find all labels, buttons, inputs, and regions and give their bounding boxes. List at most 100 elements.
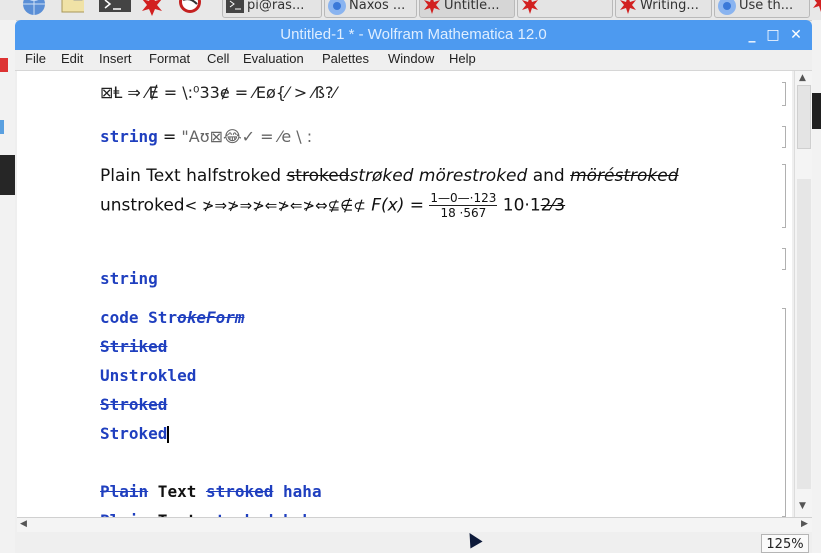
mathematica-icon bbox=[424, 0, 440, 14]
cell-unstroked[interactable]: Unstrokled bbox=[100, 366, 196, 385]
scroll-up-icon[interactable]: ▲ bbox=[799, 73, 806, 83]
scrollbar-track[interactable] bbox=[797, 179, 811, 489]
scroll-right-icon[interactable]: ▶ bbox=[801, 519, 808, 529]
cell-stroked-2[interactable]: Stroked bbox=[100, 424, 170, 443]
cell-math-symbols[interactable]: ⊠Ⱡ ⇒ ⁄Ɇ = \:⁰33ɇ = ⁄Eø{⁄ > ⁄ß?⁄ bbox=[100, 83, 336, 102]
maximize-button[interactable]: □ bbox=[763, 25, 783, 45]
task-label: pi@ras... bbox=[247, 0, 305, 13]
terminal-icon bbox=[226, 0, 244, 13]
maximize-icon: □ bbox=[766, 27, 780, 43]
taskbar: pi@ras... Naxos ... Untitle... Writing..… bbox=[0, 0, 821, 21]
menu-cell[interactable]: Cell bbox=[207, 51, 229, 66]
background-window-right bbox=[812, 20, 821, 553]
task-label: Use th... bbox=[739, 0, 794, 13]
menu-format[interactable]: Format bbox=[149, 51, 190, 66]
task-label: Naxos ... bbox=[349, 0, 406, 13]
scroll-down-icon[interactable]: ▼ bbox=[799, 501, 806, 511]
task-mathematica[interactable] bbox=[517, 0, 613, 18]
mathematica-icon[interactable] bbox=[140, 0, 164, 18]
menu-evaluation[interactable]: Evaluation bbox=[243, 51, 304, 66]
text-span: unstroked bbox=[100, 195, 185, 216]
window-title: Untitled-1 * - Wolfram Mathematica 12.0 bbox=[280, 26, 547, 43]
text-span: Str bbox=[148, 308, 178, 327]
task-label: Writing... bbox=[640, 0, 699, 13]
task-use-the[interactable]: Use th... bbox=[714, 0, 810, 18]
fraction-numerator: 1—0—·123 bbox=[429, 191, 498, 206]
text-span: 10·1 bbox=[502, 195, 541, 216]
scroll-left-icon[interactable]: ◀ bbox=[20, 519, 27, 529]
equals-sign: = bbox=[162, 127, 177, 146]
text-span: stroked bbox=[286, 166, 350, 186]
background-panel bbox=[0, 155, 16, 195]
text-span: okeForm bbox=[177, 308, 245, 327]
task-writing[interactable]: Writing... bbox=[615, 0, 712, 18]
cell-bracket[interactable] bbox=[782, 248, 786, 270]
text-span: code bbox=[100, 308, 149, 327]
scrollbar-thumb[interactable] bbox=[797, 85, 811, 149]
task-naxos[interactable]: Naxos ... bbox=[324, 0, 417, 18]
menu-file[interactable]: File bbox=[25, 51, 46, 66]
cell-bracket[interactable] bbox=[782, 308, 786, 517]
cell-bracket[interactable] bbox=[782, 82, 786, 106]
text-span: Text bbox=[148, 482, 206, 501]
text-span: < ≯⇒≯⇒≯⇐≯⇐≯⇔⊈∉⊄ bbox=[184, 196, 366, 215]
menu-palettes[interactable]: Palettes bbox=[322, 51, 369, 66]
text-span: F(x) = bbox=[371, 195, 430, 216]
minimize-button[interactable]: _ bbox=[742, 25, 762, 45]
menu-edit[interactable]: Edit bbox=[61, 51, 83, 66]
background-window-left bbox=[0, 20, 16, 553]
background-icon bbox=[0, 120, 4, 134]
mathematica-icon bbox=[620, 0, 636, 14]
cell-string-assignment[interactable]: string = "Aʊ⊠😂✓ = ⁄e \ : bbox=[100, 127, 312, 146]
mathematica-icon bbox=[522, 0, 538, 14]
zoom-level-selector[interactable]: 125% bbox=[761, 534, 809, 553]
title-bar[interactable]: Untitled-1 * - Wolfram Mathematica 12.0 … bbox=[15, 20, 812, 50]
menu-insert[interactable]: Insert bbox=[99, 51, 132, 66]
close-icon: ✕ bbox=[790, 27, 802, 43]
text-caret bbox=[167, 426, 170, 443]
horizontal-scrollbar[interactable]: ◀ ▶ bbox=[17, 517, 812, 533]
task-terminal[interactable]: pi@ras... bbox=[222, 0, 322, 18]
fraction-denominator: 18 ·567 bbox=[440, 206, 487, 220]
status-bar: 125% bbox=[15, 532, 812, 553]
notebook-area[interactable]: ⊠Ⱡ ⇒ ⁄Ɇ = \:⁰33ɇ = ⁄Eø{⁄ > ⁄ß?⁄ string =… bbox=[17, 71, 792, 530]
mathematica-window: Untitled-1 * - Wolfram Mathematica 12.0 … bbox=[15, 20, 812, 553]
text-span: halfstroked bbox=[186, 166, 282, 186]
background-panel bbox=[812, 93, 821, 129]
cell-bracket[interactable] bbox=[782, 164, 786, 228]
menu-help[interactable]: Help bbox=[449, 51, 476, 66]
close-button[interactable]: ✕ bbox=[786, 25, 806, 45]
task-label: Untitle... bbox=[444, 0, 500, 13]
text-span: Plain Text bbox=[100, 166, 187, 186]
cell-plain-text-1[interactable]: Plain Text stroked haha bbox=[100, 482, 322, 501]
chromium-icon bbox=[328, 0, 346, 15]
folder-icon[interactable] bbox=[60, 0, 84, 18]
menu-window[interactable]: Window bbox=[388, 51, 434, 66]
mathematica-icon[interactable] bbox=[812, 0, 821, 18]
minimize-icon: _ bbox=[748, 27, 756, 43]
task-untitled[interactable]: Untitle... bbox=[419, 0, 515, 18]
chromium-icon bbox=[718, 0, 736, 15]
wolfram-icon[interactable] bbox=[178, 0, 202, 18]
string-literal: "Aʊ⊠😂✓ = ⁄e \ : bbox=[181, 127, 313, 146]
terminal-icon[interactable] bbox=[99, 0, 131, 18]
text-span: möréstroked bbox=[570, 166, 679, 186]
cell-text-line-1[interactable]: Plain Text halfstroked strokedstrøked mö… bbox=[100, 166, 679, 186]
text-span: stroked bbox=[205, 482, 274, 501]
background-icon bbox=[0, 58, 8, 72]
cell-stroked-1[interactable]: Stroked bbox=[100, 395, 167, 414]
text-span: 2⁄3 bbox=[540, 195, 566, 216]
text-span: Plain bbox=[100, 482, 149, 501]
text-span: strøked bbox=[349, 166, 414, 186]
fraction: 1—0—·123 18 ·567 bbox=[429, 191, 498, 220]
cell-striked[interactable]: Striked bbox=[100, 337, 167, 356]
text-span: haha bbox=[273, 482, 322, 501]
cell-text-line-2[interactable]: unstroked< ≯⇒≯⇒≯⇐≯⇐≯⇔⊈∉⊄ F(x) = 1—0—·123… bbox=[100, 191, 565, 220]
text-span: Stroked bbox=[100, 424, 168, 443]
vertical-scrollbar[interactable]: ▲ ▼ bbox=[794, 71, 812, 517]
text-span: and bbox=[527, 166, 571, 186]
globe-icon[interactable] bbox=[22, 0, 46, 18]
cell-code-strokeform[interactable]: code StrokeForm bbox=[100, 308, 245, 327]
cell-string[interactable]: string bbox=[100, 269, 158, 288]
cell-bracket[interactable] bbox=[782, 126, 786, 148]
